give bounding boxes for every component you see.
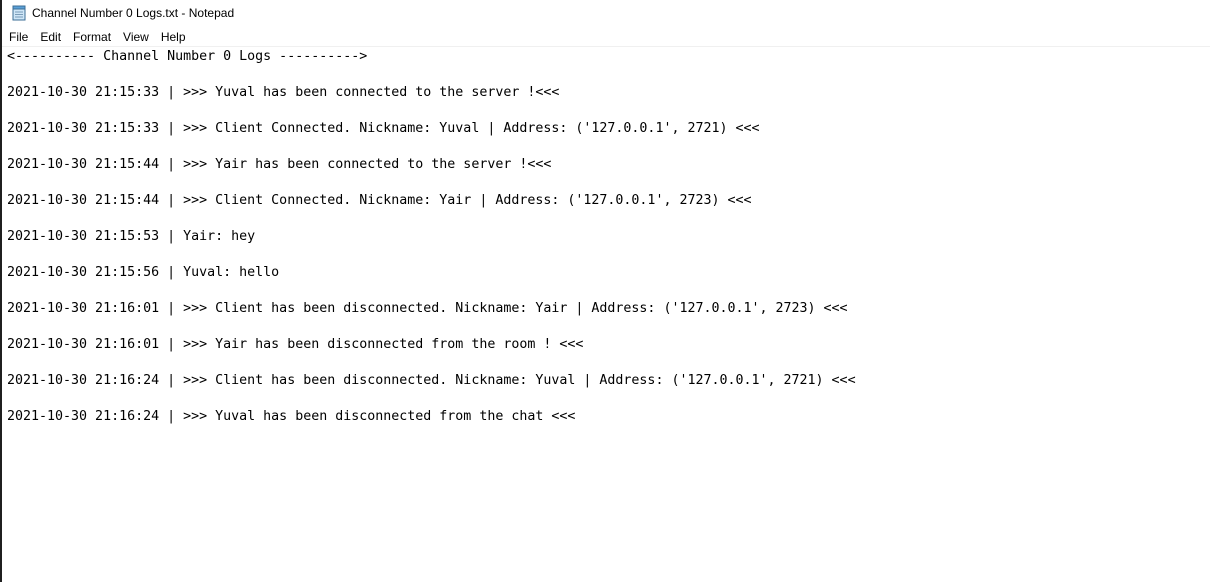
- log-line: 2021-10-30 21:16:24 | >>> Yuval has been…: [7, 409, 576, 424]
- menu-view[interactable]: View: [118, 28, 154, 46]
- title-bar[interactable]: Channel Number 0 Logs.txt - Notepad: [2, 0, 1210, 26]
- text-editor-area[interactable]: <---------- Channel Number 0 Logs ------…: [2, 47, 1210, 582]
- log-line: 2021-10-30 21:15:33 | >>> Client Connect…: [7, 121, 760, 136]
- menu-edit[interactable]: Edit: [35, 28, 66, 46]
- log-line: 2021-10-30 21:15:44 | >>> Yair has been …: [7, 157, 552, 172]
- menu-format[interactable]: Format: [68, 28, 116, 46]
- notepad-window: Channel Number 0 Logs.txt - Notepad File…: [0, 0, 1210, 582]
- menu-help[interactable]: Help: [156, 28, 191, 46]
- log-line: 2021-10-30 21:15:33 | >>> Yuval has been…: [7, 85, 560, 100]
- log-line: 2021-10-30 21:16:24 | >>> Client has bee…: [7, 373, 856, 388]
- log-header-line: <---------- Channel Number 0 Logs ------…: [7, 49, 368, 64]
- log-line: 2021-10-30 21:16:01 | >>> Yair has been …: [7, 337, 584, 352]
- log-line: 2021-10-30 21:16:01 | >>> Client has bee…: [7, 301, 848, 316]
- notepad-icon: [12, 5, 26, 21]
- window-title: Channel Number 0 Logs.txt - Notepad: [32, 6, 235, 20]
- menu-file[interactable]: File: [4, 28, 33, 46]
- log-line: 2021-10-30 21:15:53 | Yair: hey: [7, 229, 256, 244]
- log-line: 2021-10-30 21:15:56 | Yuval: hello: [7, 265, 280, 280]
- menu-bar: File Edit Format View Help: [2, 27, 1210, 47]
- log-line: 2021-10-30 21:15:44 | >>> Client Connect…: [7, 193, 752, 208]
